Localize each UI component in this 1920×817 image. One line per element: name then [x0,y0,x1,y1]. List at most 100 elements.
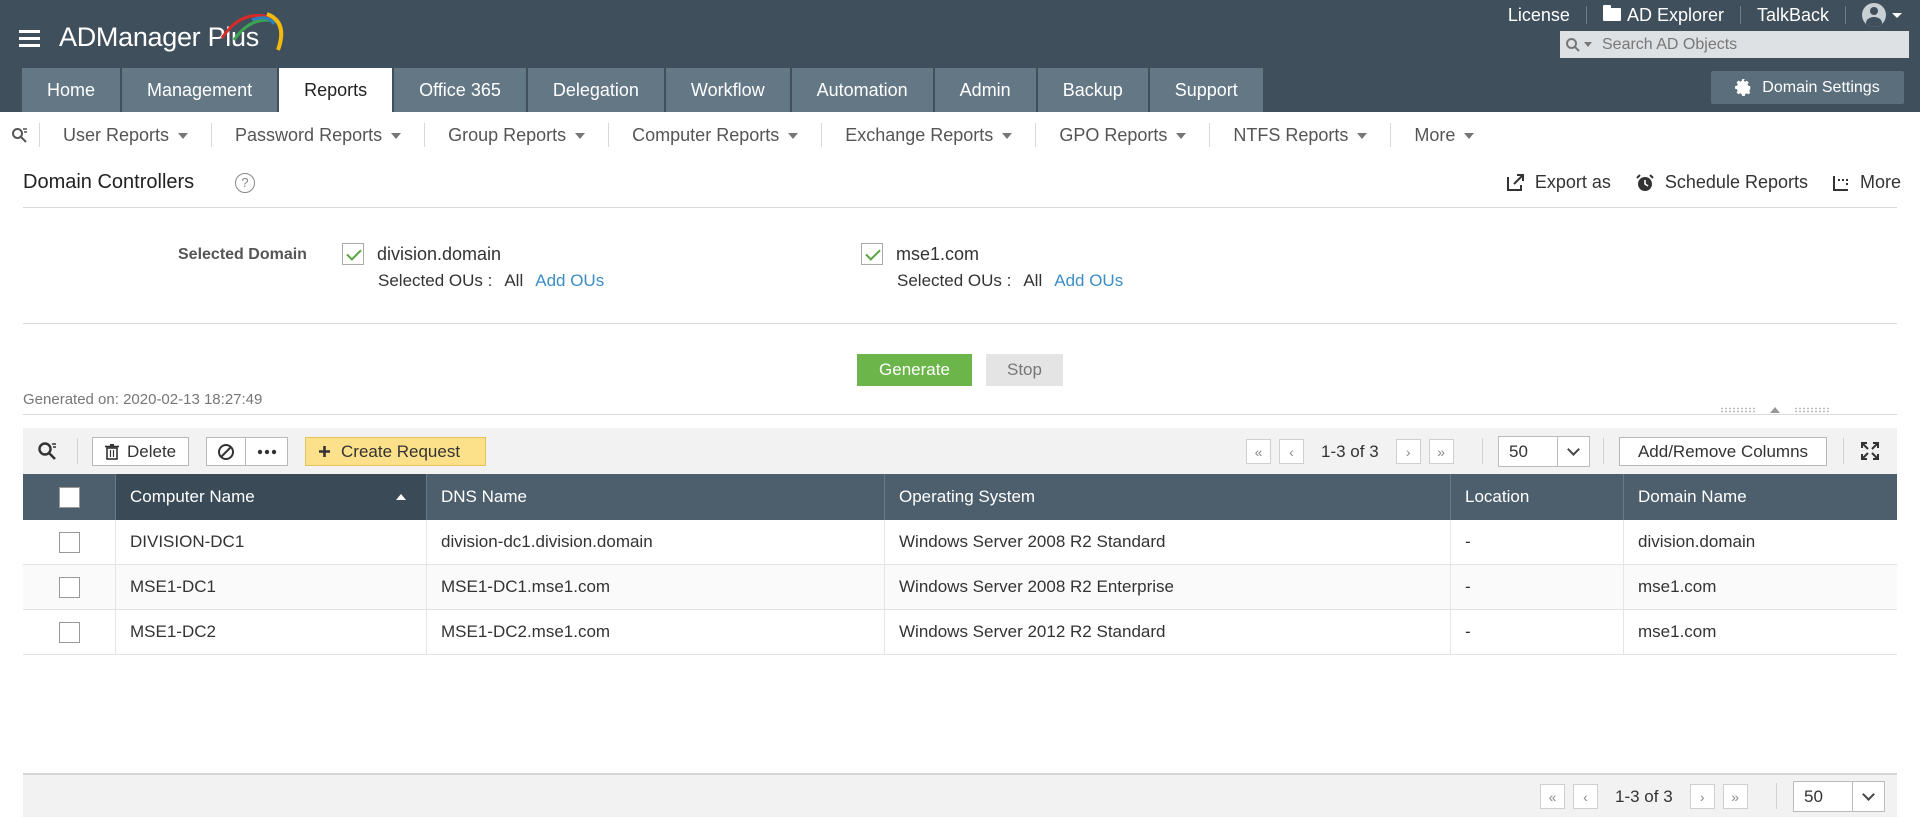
help-icon[interactable]: ? [235,173,255,193]
folder-icon [1602,4,1621,21]
subnav-exchange-reports[interactable]: Exchange Reports [822,123,1037,147]
more-options-icon[interactable] [246,438,287,465]
table-row[interactable]: MSE1-DC2 MSE1-DC2.mse1.com Windows Serve… [23,610,1897,655]
row-checkbox[interactable] [58,531,80,553]
collapse-panel-handle[interactable] [1698,403,1852,417]
sort-ascending-icon [396,494,406,500]
cell-location: - [1451,610,1624,654]
subnav-computer-reports[interactable]: Computer Reports [609,123,823,147]
create-request-label: Create Request [341,441,461,461]
select-all-checkbox[interactable] [58,486,80,508]
row-checkbox[interactable] [58,621,80,643]
chevron-up-icon [1770,407,1780,413]
subnav-label: User Reports [63,125,170,145]
search-icon[interactable] [1560,31,1596,58]
tab-reports[interactable]: Reports [279,68,393,112]
tab-automation[interactable]: Automation [791,68,933,112]
subnav-gpo-reports[interactable]: GPO Reports [1036,123,1211,147]
domain-settings-label: Domain Settings [1762,78,1880,96]
rows-per-page-select[interactable]: 50 [1793,781,1885,812]
app-header: ADManager Plus License AD Explorer TalkB… [0,0,1920,112]
selected-domain-label: Selected Domain [178,246,307,263]
ad-explorer-link[interactable]: AD Explorer [1587,4,1741,25]
toolbar-separator [1603,438,1604,464]
subnav-label: Password Reports [235,125,383,145]
add-remove-columns-button[interactable]: Add/Remove Columns [1619,437,1827,466]
table-body: DIVISION-DC1 division-dc1.division.domai… [23,520,1897,655]
first-page-icon[interactable]: « [1540,784,1565,809]
pagination-bottom: « ‹ 1-3 of 3 › » [1540,784,1748,809]
user-menu[interactable] [1846,3,1920,27]
tab-office-365[interactable]: Office 365 [394,68,526,112]
table-search-icon[interactable] [37,441,57,466]
delete-button[interactable]: Delete [92,437,189,466]
user-avatar-icon [1862,3,1886,27]
column-header-dns-name[interactable]: DNS Name [427,474,885,520]
tab-home[interactable]: Home [22,68,121,112]
cell-computer-name: MSE1-DC1 [116,565,427,609]
cell-location: - [1451,565,1624,609]
tab-admin[interactable]: Admin [934,68,1036,112]
add-ous-link[interactable]: Add OUs [535,271,604,291]
cell-location: - [1451,520,1624,564]
first-page-icon[interactable]: « [1246,439,1271,464]
column-label: Computer Name [130,487,255,506]
export-as-button[interactable]: Export as [1506,172,1611,193]
domain-settings-button[interactable]: Domain Settings [1711,71,1904,104]
tab-workflow[interactable]: Workflow [665,68,790,112]
cell-domain-name: mse1.com [1638,577,1717,596]
column-header-operating-system[interactable]: Operating System [885,474,1451,520]
domain-checkbox[interactable] [342,243,364,265]
chevron-down-icon [178,133,189,139]
toolbar-separator [1843,438,1844,464]
create-request-button[interactable]: Create Request [305,437,486,466]
tab-backup[interactable]: Backup [1037,68,1148,112]
column-header-domain-name[interactable]: Domain Name [1624,474,1897,520]
last-page-icon[interactable]: » [1428,439,1454,464]
subnav-label: More [1414,125,1456,145]
next-page-icon[interactable]: › [1395,439,1421,464]
subnav-user-reports[interactable]: User Reports [40,123,213,147]
subnav-more[interactable]: More [1391,123,1497,147]
domain-checkbox[interactable] [861,243,883,265]
schedule-reports-button[interactable]: Schedule Reports [1635,172,1808,193]
row-checkbox[interactable] [58,576,80,598]
more-actions-label: More [1859,172,1901,192]
table-row[interactable]: DIVISION-DC1 division-dc1.division.domai… [23,520,1897,565]
cell-computer-name: DIVISION-DC1 [116,520,427,564]
more-actions-button[interactable]: More [1832,172,1901,193]
add-ous-link[interactable]: Add OUs [1054,271,1123,291]
previous-page-icon[interactable]: ‹ [1279,439,1304,464]
last-page-icon[interactable]: » [1722,784,1748,809]
hamburger-menu-icon[interactable] [19,30,40,48]
stop-button[interactable]: Stop [986,354,1063,386]
rows-per-page-select[interactable]: 50 [1498,436,1590,467]
column-header-location[interactable]: Location [1451,474,1624,520]
chevron-down-icon [1892,12,1902,18]
previous-page-icon[interactable]: ‹ [1573,784,1598,809]
fullscreen-icon[interactable] [1860,441,1880,466]
column-header-computer-name[interactable]: Computer Name [116,474,427,520]
tab-support[interactable]: Support [1149,68,1263,112]
search-input[interactable] [1596,35,1896,54]
next-page-icon[interactable]: › [1689,784,1715,809]
cell-dns-name: MSE1-DC2.mse1.com [427,610,885,654]
subnav-label: NTFS Reports [1233,125,1349,145]
disable-icon[interactable] [207,438,246,465]
page-info: 1-3 of 3 [1615,786,1673,806]
ad-explorer-label: AD Explorer [1626,5,1724,25]
tab-management[interactable]: Management [122,68,278,112]
subnav-ntfs-reports[interactable]: NTFS Reports [1210,123,1392,147]
report-search-icon[interactable] [0,123,40,147]
generated-on-text: Generated on: 2020-02-13 18:27:49 [23,391,263,408]
tab-delegation[interactable]: Delegation [527,68,664,112]
top-links: License AD Explorer TalkBack [1492,0,1920,30]
talkback-link[interactable]: TalkBack [1741,6,1846,24]
domain-name: mse1.com [896,243,980,264]
generate-button[interactable]: Generate [857,354,972,386]
subnav-password-reports[interactable]: Password Reports [212,123,426,147]
table-row[interactable]: MSE1-DC1 MSE1-DC1.mse1.com Windows Serve… [23,565,1897,610]
subnav-group-reports[interactable]: Group Reports [425,123,610,147]
rows-per-page-value: 50 [1509,441,1528,461]
license-link[interactable]: License [1492,6,1587,24]
